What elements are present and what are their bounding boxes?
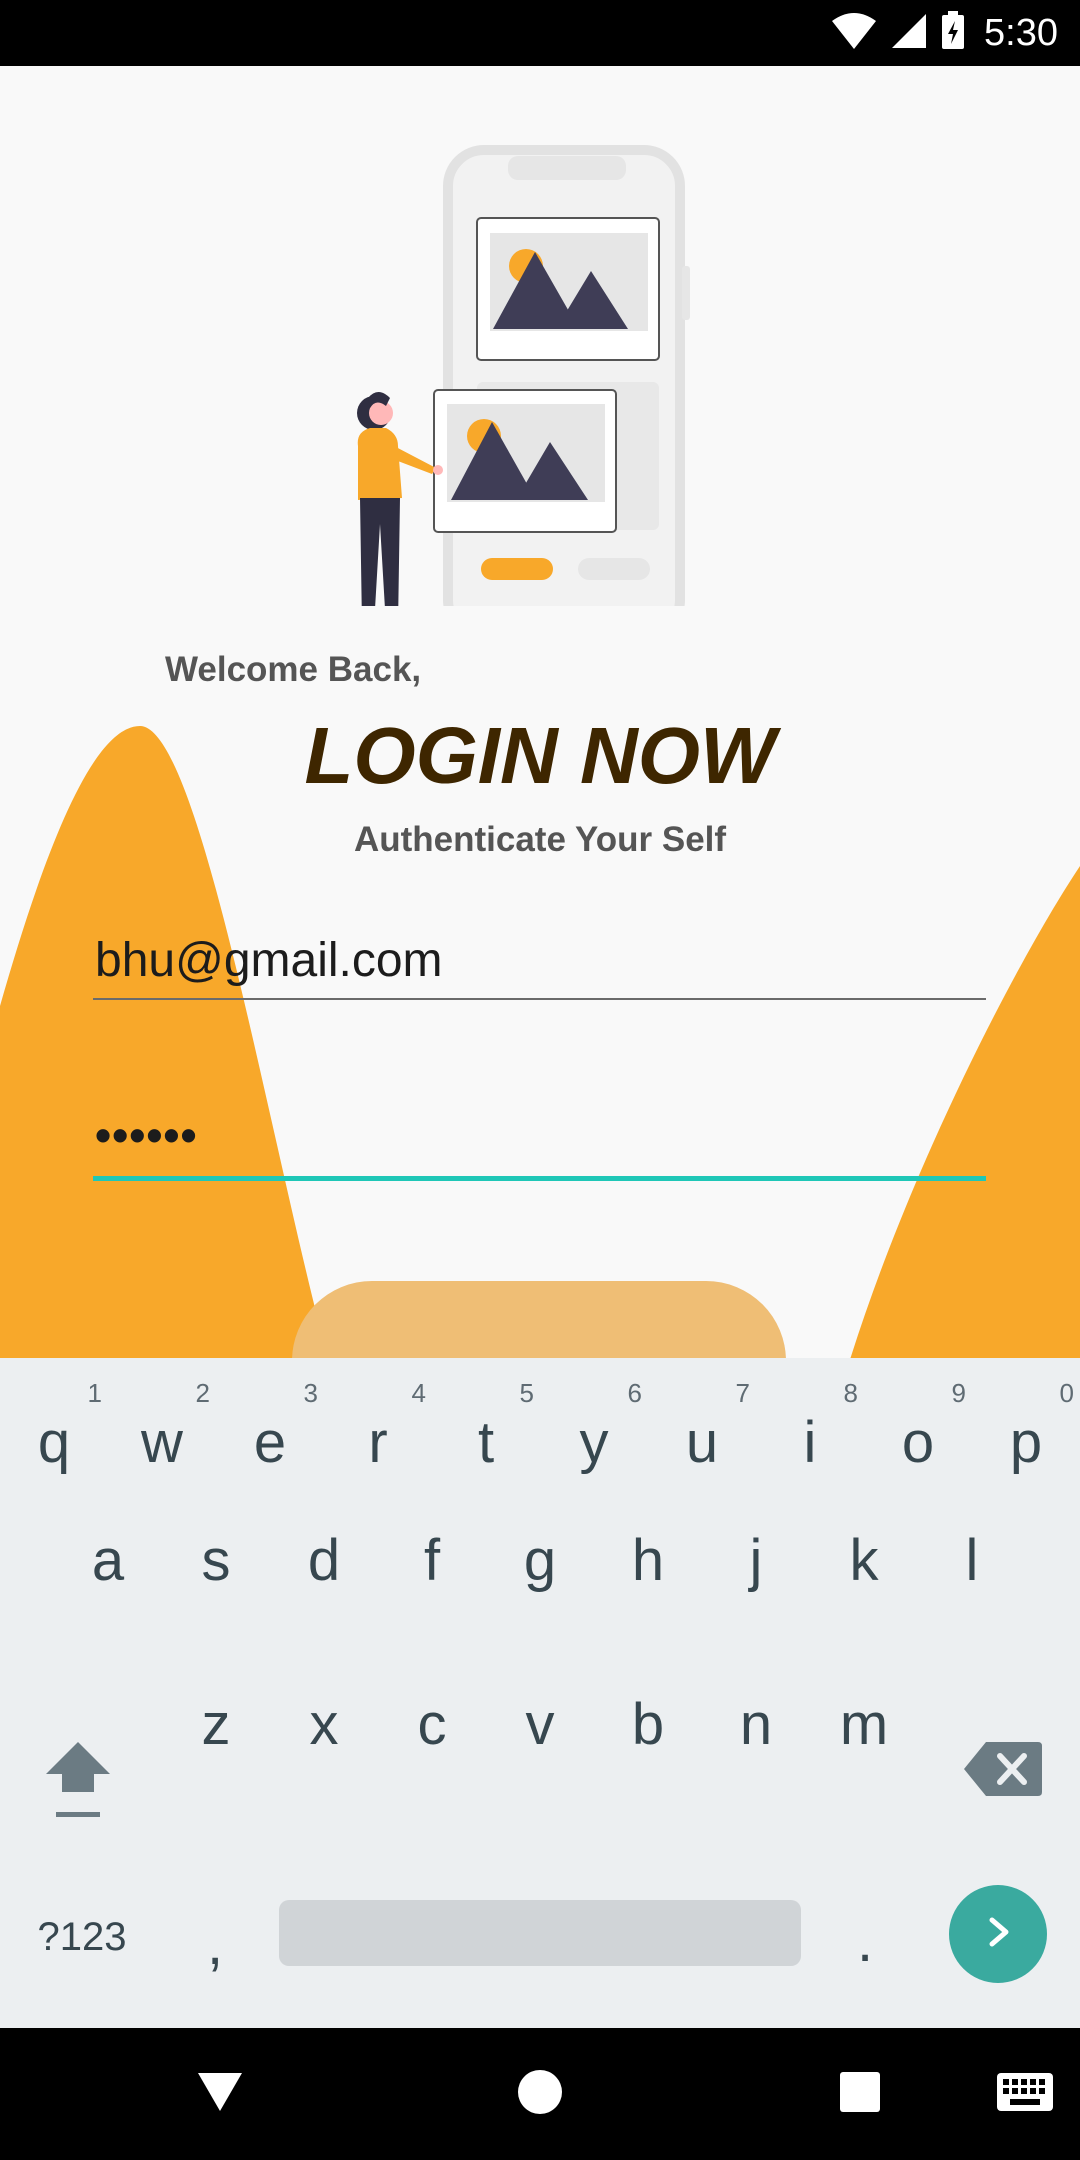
password-value: •••••• [95,1109,198,1161]
status-bar: 5:30 [0,0,1080,66]
login-button[interactable] [292,1281,786,1358]
status-time: 5:30 [984,11,1058,54]
key-s[interactable]: s [162,1498,270,1628]
home-icon [516,2068,564,2121]
backspace-key[interactable] [962,1736,1046,1802]
key-u[interactable]: 7u [648,1358,756,1488]
key-z[interactable]: z [162,1662,270,1792]
key-hint: 2 [195,1378,210,1408]
back-button[interactable] [180,2028,260,2160]
key-j[interactable]: j [702,1498,810,1628]
keyboard-switch-button[interactable] [980,2028,1070,2160]
key-n[interactable]: n [702,1662,810,1792]
backspace-icon [962,1742,1046,1806]
comma-key[interactable]: , [190,1911,240,1978]
key-h[interactable]: h [594,1498,702,1628]
key-label: h [631,1528,665,1593]
page-subtitle: Authenticate Your Self [353,820,727,859]
key-t[interactable]: 5t [432,1358,540,1488]
key-a[interactable]: a [54,1498,162,1628]
key-x[interactable]: x [270,1662,378,1792]
battery-charging-icon [940,10,966,56]
key-hint: 6 [627,1378,642,1408]
key-e[interactable]: 3e [216,1358,324,1488]
key-label: j [749,1528,763,1593]
key-label: x [309,1692,339,1757]
key-y[interactable]: 6y [540,1358,648,1488]
key-label: g [523,1528,557,1593]
key-c[interactable]: c [378,1662,486,1792]
wifi-icon [830,11,878,56]
key-label: k [849,1528,879,1593]
recents-button[interactable] [820,2028,900,2160]
enter-key[interactable] [949,1885,1047,1983]
shift-key[interactable] [38,1728,118,1828]
welcome-text: Welcome Back, [165,650,422,689]
key-hint: 0 [1059,1378,1074,1408]
key-label: c [417,1692,447,1757]
home-button[interactable] [500,2028,580,2160]
keyboard-icon [996,2072,1054,2117]
key-label: u [685,1410,719,1475]
key-g[interactable]: g [486,1498,594,1628]
symbols-key[interactable]: ?123 [20,1915,144,1960]
key-hint: 4 [411,1378,426,1408]
login-screen: Welcome Back, LOGIN NOW Authenticate You… [0,66,1080,1358]
key-label: d [307,1528,341,1593]
key-label: s [201,1528,231,1593]
page-title: LOGIN NOW [304,711,776,800]
key-label: b [631,1692,665,1757]
cellular-signal-icon [890,12,928,55]
key-label: q [37,1410,71,1475]
key-label: z [201,1692,231,1757]
key-label: t [477,1410,495,1475]
key-hint: 7 [735,1378,750,1408]
key-l[interactable]: l [918,1498,1026,1628]
key-label: o [901,1410,935,1475]
key-label: n [739,1692,773,1757]
key-label: i [803,1410,817,1475]
key-label: y [579,1410,609,1475]
key-label: l [965,1528,979,1593]
shift-icon [38,1742,118,1832]
back-icon [195,2069,245,2120]
key-b[interactable]: b [594,1662,702,1792]
key-label: v [525,1692,555,1757]
login-illustration [357,145,690,606]
key-f[interactable]: f [378,1498,486,1628]
status-icons: 5:30 [830,0,1058,66]
key-label: p [1009,1410,1043,1475]
key-label: e [253,1410,287,1475]
period-key[interactable]: . [840,1908,890,1975]
key-i[interactable]: 8i [756,1358,864,1488]
password-field[interactable]: •••••• [93,1109,986,1181]
right-orange-wave [850,866,1080,1358]
recents-icon [839,2071,881,2118]
key-m[interactable]: m [810,1662,918,1792]
key-d[interactable]: d [270,1498,378,1628]
key-hint: 8 [843,1378,858,1408]
space-bar[interactable] [279,1900,801,1966]
key-o[interactable]: 9o [864,1358,972,1488]
key-hint: 3 [303,1378,318,1408]
key-hint: 9 [951,1378,966,1408]
key-label: a [91,1528,125,1593]
email-value: bhu@gmail.com [95,934,443,987]
key-p[interactable]: 0p [972,1358,1080,1488]
key-hint: 1 [87,1378,102,1408]
key-label: r [368,1410,388,1475]
navigation-bar [0,2028,1080,2160]
key-hint: 5 [519,1378,534,1408]
soft-keyboard: 1q2w3e4r5t6y7u8i9o0p asdfghjkl zxcvbnm ?… [0,1358,1080,2028]
key-q[interactable]: 1q [0,1358,108,1488]
key-k[interactable]: k [810,1498,918,1628]
key-r[interactable]: 4r [324,1358,432,1488]
key-label: m [839,1692,889,1757]
key-v[interactable]: v [486,1662,594,1792]
key-label: f [423,1528,441,1593]
key-w[interactable]: 2w [108,1358,216,1488]
key-label: w [141,1410,183,1475]
email-field[interactable]: bhu@gmail.com [93,928,986,1000]
chevron-right-icon [978,1912,1018,1957]
